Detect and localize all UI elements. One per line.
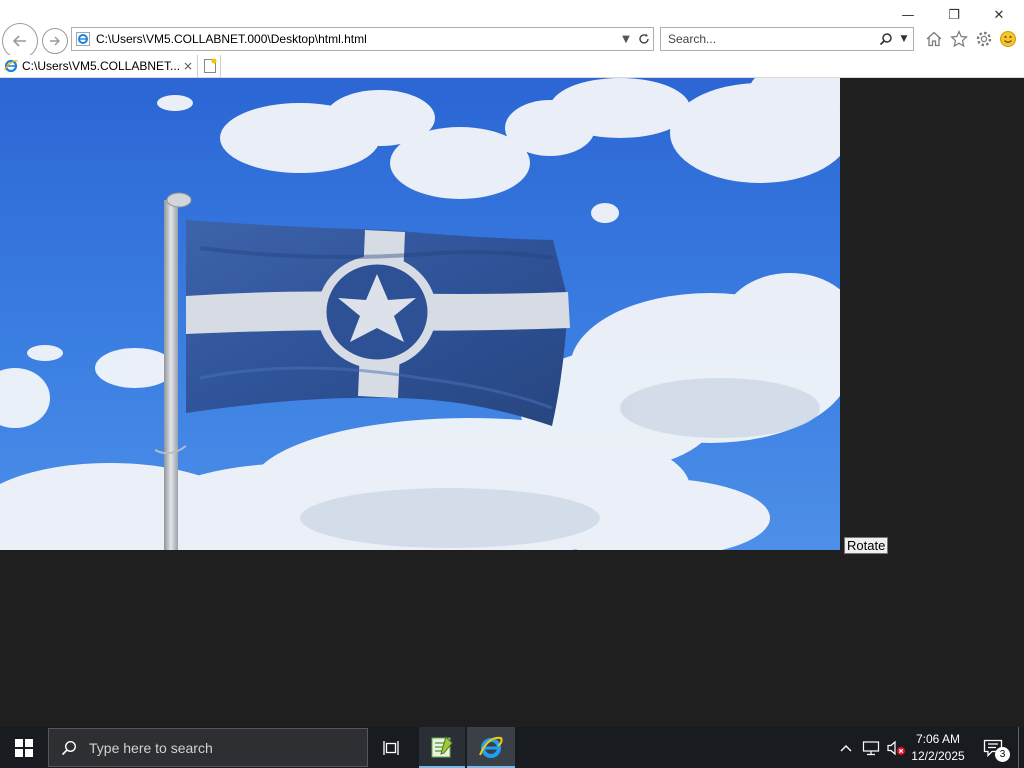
notification-count-badge: 3	[995, 747, 1010, 762]
search-input[interactable]	[661, 32, 877, 46]
taskbar-app-internet-explorer[interactable]	[467, 727, 515, 768]
volume-muted-icon[interactable]	[884, 727, 908, 768]
taskbar-search-placeholder: Type here to search	[89, 739, 213, 756]
flag-photo-illustration	[0, 78, 840, 550]
task-view-icon	[383, 740, 399, 755]
rotate-button[interactable]: Rotate	[844, 537, 889, 554]
task-view-button[interactable]	[370, 727, 414, 768]
address-dropdown-icon[interactable]: ▼	[617, 28, 635, 50]
show-hidden-icons-chevron-icon[interactable]	[836, 727, 856, 768]
ie-page-icon	[72, 28, 94, 50]
gear-icon[interactable]	[973, 28, 995, 50]
new-tab-button[interactable]	[199, 55, 221, 77]
clock-time: 7:06 AM	[915, 732, 961, 746]
page-content: Rotate	[0, 78, 1024, 727]
browser-chrome: — ❐ ✕ C:\Users\VM5.COLLABNET.000\Desktop…	[0, 0, 1024, 78]
notepad-plus-icon	[431, 735, 453, 757]
address-text[interactable]: C:\Users\VM5.COLLABNET.000\Desktop\html.…	[94, 32, 617, 46]
back-button[interactable]	[2, 23, 38, 59]
flag-image	[0, 78, 840, 550]
search-icon	[49, 740, 89, 756]
taskbar: Type here to search 7:06 AM 12/2/2025 3	[0, 727, 1024, 768]
home-icon[interactable]	[923, 28, 945, 50]
tab-active[interactable]: C:\Users\VM5.COLLABNET.... ×	[0, 55, 198, 77]
network-icon[interactable]	[859, 727, 883, 768]
tab-close-icon[interactable]: ×	[179, 59, 197, 73]
start-button[interactable]	[0, 727, 48, 768]
restore-button[interactable]: ❐	[931, 4, 977, 26]
refresh-icon[interactable]	[635, 28, 653, 50]
close-window-button[interactable]: ✕	[976, 4, 1022, 26]
taskbar-search-box[interactable]: Type here to search	[48, 728, 368, 767]
search-dropdown-icon[interactable]: ▼	[895, 28, 913, 50]
internet-explorer-icon	[479, 736, 503, 758]
taskbar-app-editor[interactable]	[419, 727, 465, 768]
ie-tab-icon	[0, 56, 22, 76]
new-tab-icon	[203, 58, 216, 73]
search-box[interactable]: ▼	[660, 27, 914, 51]
forward-button[interactable]	[42, 28, 68, 54]
feedback-smiley-icon[interactable]	[997, 28, 1019, 50]
arrow-right-icon	[50, 36, 60, 46]
minimize-button[interactable]: —	[885, 4, 931, 26]
search-icon[interactable]	[877, 28, 895, 50]
show-desktop-button[interactable]	[1018, 727, 1024, 768]
address-bar[interactable]: C:\Users\VM5.COLLABNET.000\Desktop\html.…	[71, 27, 654, 51]
favorites-star-icon[interactable]	[948, 28, 970, 50]
tab-title: C:\Users\VM5.COLLABNET....	[22, 59, 179, 73]
action-center-button[interactable]: 3	[978, 727, 1010, 768]
arrow-left-icon	[12, 35, 26, 47]
system-clock[interactable]: 7:06 AM 12/2/2025	[906, 731, 970, 765]
windows-logo-icon	[15, 738, 33, 757]
clock-date: 12/2/2025	[911, 749, 965, 763]
